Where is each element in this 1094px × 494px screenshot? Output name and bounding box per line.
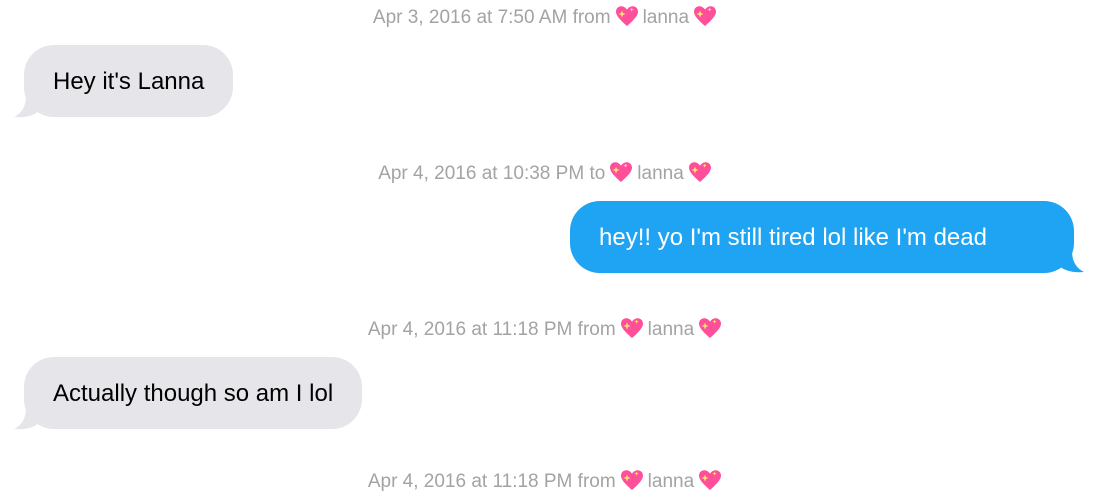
message-thread[interactable]: Apr 3, 2016 at 7:50 AM from lanna Hey it'… [0, 0, 1094, 492]
message-timestamp: Apr 3, 2016 at 7:50 AM from lanna [0, 6, 1094, 30]
timestamp-contact[interactable]: lanna [648, 471, 695, 492]
timestamp-contact[interactable]: lanna [637, 163, 684, 184]
timestamp-date: Apr 4, 2016 at 11:18 PM [367, 319, 573, 340]
timestamp-direction: from [572, 7, 611, 28]
timestamp-contact[interactable]: lanna [643, 7, 690, 28]
timestamp-direction: from [577, 471, 616, 492]
message-timestamp: Apr 4, 2016 at 11:18 PM from lanna [0, 318, 1094, 342]
message-timestamp: Apr 4, 2016 at 11:18 PM from lanna [0, 470, 1094, 494]
timestamp-direction: to [589, 163, 606, 184]
sent-message-bubble[interactable]: hey!! yo I'm still tired lol like I'm de… [570, 201, 1074, 273]
timestamp-contact[interactable]: lanna [648, 319, 695, 340]
sparkling-heart-icon [688, 161, 712, 183]
message-text: hey!! yo I'm still tired lol like I'm de… [599, 224, 987, 251]
received-message-bubble[interactable]: Actually though so am I lol [24, 357, 363, 429]
sparkling-heart-icon [698, 317, 722, 339]
message-text: Actually though so am I lol [53, 380, 334, 407]
sparkling-heart-icon [609, 161, 633, 183]
sparkling-heart-icon [620, 317, 644, 339]
message-text: Hey it's Lanna [53, 68, 205, 95]
received-message-bubble[interactable]: Hey it's Lanna [24, 45, 234, 117]
timestamp-date: Apr 4, 2016 at 11:18 PM [367, 471, 573, 492]
timestamp-direction: from [577, 319, 616, 340]
timestamp-date: Apr 3, 2016 at 7:50 AM [372, 7, 568, 28]
message-timestamp: Apr 4, 2016 at 10:38 PM to lanna [0, 162, 1094, 186]
sparkling-heart-icon [693, 5, 717, 27]
timestamp-date: Apr 4, 2016 at 10:38 PM [378, 163, 585, 184]
sparkling-heart-icon [615, 5, 639, 27]
